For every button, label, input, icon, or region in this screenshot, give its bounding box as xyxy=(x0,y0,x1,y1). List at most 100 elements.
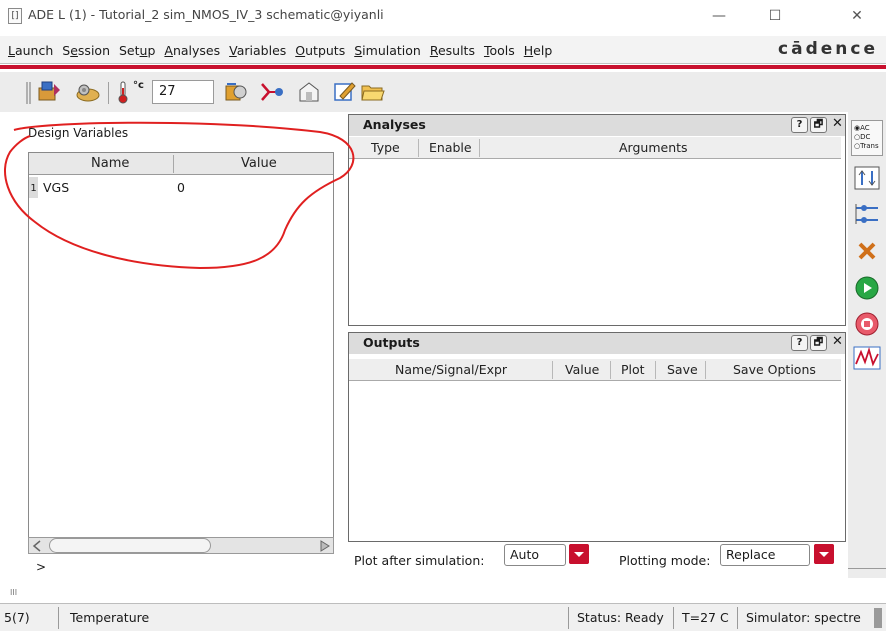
load-state-icon[interactable] xyxy=(36,80,62,104)
table-header: Name Value xyxy=(29,153,333,175)
toolbar-grip-icon xyxy=(26,82,31,104)
row-number: 1 xyxy=(29,177,38,198)
command-prompt[interactable]: > xyxy=(36,560,46,574)
scroll-right-icon[interactable] xyxy=(319,540,331,552)
analyses-title: Analyses xyxy=(349,115,845,136)
analyses-panel-buttons: ? 🗗 ✕ xyxy=(789,117,846,133)
netlist-icon[interactable] xyxy=(296,80,322,104)
menu-item-6[interactable]: Simulation xyxy=(354,43,421,58)
window-title: ADE L (1) - Tutorial_2 sim_NMOS_IV_3 sch… xyxy=(28,7,384,22)
stop-simulation-icon[interactable] xyxy=(855,312,879,336)
status-separator xyxy=(568,607,569,629)
menu-item-9[interactable]: Help xyxy=(524,43,553,58)
column-separator xyxy=(610,361,611,379)
status-ready: Status: Ready xyxy=(577,610,664,625)
help-icon[interactable]: ? xyxy=(791,335,808,351)
status-count: 5(7) xyxy=(4,610,30,625)
column-separator xyxy=(173,155,174,173)
table-row[interactable]: 1 VGS 0 xyxy=(29,177,333,198)
plot-after-simulation-select[interactable]: Auto xyxy=(504,544,566,566)
menu-item-0[interactable]: Launch xyxy=(8,43,53,58)
variable-name-cell[interactable]: VGS xyxy=(43,180,69,195)
outputs-column-header: Name/Signal/Expr Value Plot Save Save Op… xyxy=(349,359,841,381)
status-separator xyxy=(58,607,59,629)
scroll-left-icon[interactable] xyxy=(31,540,43,552)
chevron-down-icon[interactable] xyxy=(569,544,589,564)
help-icon[interactable]: ? xyxy=(791,117,808,133)
horizontal-scrollbar[interactable] xyxy=(28,537,334,554)
menu-item-5[interactable]: Outputs xyxy=(295,43,345,58)
analyses-column-header: Type Enable Arguments xyxy=(349,137,841,159)
column-header-value[interactable]: Value xyxy=(565,362,599,377)
column-header-enable[interactable]: Enable xyxy=(429,140,472,155)
chevron-down-icon[interactable] xyxy=(814,544,834,564)
radio-trans[interactable]: ○Trans xyxy=(854,142,882,151)
column-separator xyxy=(655,361,656,379)
open-folder-icon[interactable] xyxy=(360,80,386,104)
toolbar-separator xyxy=(108,82,109,104)
column-header-value[interactable]: Value xyxy=(241,156,277,171)
simulation-toolbar: ◉AC ○DC ○Trans xyxy=(848,112,886,578)
column-header-arguments[interactable]: Arguments xyxy=(619,140,688,155)
status-resize-handle[interactable] xyxy=(874,608,882,628)
column-separator xyxy=(479,139,480,157)
column-separator xyxy=(552,361,553,379)
status-bar: 5(7) Temperature Status: Ready T=27 C Si… xyxy=(0,603,886,631)
analysis-type-selector[interactable]: ◉AC ○DC ○Trans xyxy=(851,120,883,156)
column-header-plot[interactable]: Plot xyxy=(621,362,645,377)
cadence-logo: cādence xyxy=(778,39,878,59)
design-variables-label: Design Variables xyxy=(28,126,129,140)
run-simulation-icon[interactable] xyxy=(855,276,879,300)
brand-divider xyxy=(0,65,886,69)
menu-item-2[interactable]: Setup xyxy=(119,43,155,58)
menu-item-4[interactable]: Variables xyxy=(229,43,286,58)
resize-grip[interactable]: III xyxy=(10,588,17,597)
toolbar: °c xyxy=(0,72,886,112)
app-icon[interactable]: [] xyxy=(8,8,22,24)
design-variables-table[interactable]: Name Value 1 VGS 0 xyxy=(28,152,334,538)
parametric-icon[interactable] xyxy=(854,166,880,190)
maximize-button[interactable]: ☐ xyxy=(752,2,798,30)
column-header-name[interactable]: Name xyxy=(91,156,129,171)
temperature-unit: °c xyxy=(133,80,144,91)
column-header-type[interactable]: Type xyxy=(371,140,400,155)
close-icon[interactable]: ✕ xyxy=(829,117,846,133)
plotting-mode-select[interactable]: Replace xyxy=(720,544,810,566)
title-bar: [] ADE L (1) - Tutorial_2 sim_NMOS_IV_3 … xyxy=(0,0,886,32)
menu-item-1[interactable]: Session xyxy=(62,43,110,58)
menu-item-8[interactable]: Tools xyxy=(484,43,515,58)
plot-after-simulation-label: Plot after simulation: xyxy=(354,553,485,568)
column-separator xyxy=(705,361,706,379)
radio-dc[interactable]: ○DC xyxy=(854,133,882,142)
column-header-save[interactable]: Save xyxy=(667,362,698,377)
setup-icon[interactable] xyxy=(74,80,100,104)
close-button[interactable]: ✕ xyxy=(834,2,880,30)
thermometer-icon xyxy=(118,81,128,104)
menu-item-3[interactable]: Analyses xyxy=(164,43,220,58)
menu-items: Launch Session Setup Analyses Variables Outpu… xyxy=(8,36,561,64)
edit-variables-icon[interactable] xyxy=(224,80,250,104)
float-icon[interactable]: 🗗 xyxy=(810,117,827,133)
column-header-save-options[interactable]: Save Options xyxy=(733,362,816,377)
radio-ac[interactable]: ◉AC xyxy=(854,124,882,133)
outputs-panel: Outputs ? 🗗 ✕ Name/Signal/Expr Value Plo… xyxy=(348,332,846,542)
temperature-input[interactable]: 27 xyxy=(152,80,214,104)
column-header-name-signal-expr[interactable]: Name/Signal/Expr xyxy=(395,362,507,377)
analyses-panel: Analyses ? 🗗 ✕ Type Enable Arguments xyxy=(348,114,846,326)
status-message: Temperature xyxy=(70,610,150,625)
select-outputs-icon[interactable] xyxy=(260,80,286,104)
status-temperature: T=27 C xyxy=(682,610,729,625)
edit-icon[interactable] xyxy=(332,80,358,104)
close-icon[interactable]: ✕ xyxy=(829,335,846,351)
scroll-thumb[interactable] xyxy=(49,538,211,553)
outputs-panel-buttons: ? 🗗 ✕ xyxy=(789,335,846,351)
minimize-button[interactable]: — xyxy=(696,2,742,30)
menu-item-7[interactable]: Results xyxy=(430,43,475,58)
plot-outputs-icon[interactable] xyxy=(853,346,881,370)
variable-value-cell[interactable]: 0 xyxy=(177,180,185,195)
netlist-run-icon[interactable] xyxy=(854,202,880,228)
delete-icon[interactable] xyxy=(856,240,878,262)
column-separator xyxy=(418,139,419,157)
float-icon[interactable]: 🗗 xyxy=(810,335,827,351)
status-separator xyxy=(737,607,738,629)
